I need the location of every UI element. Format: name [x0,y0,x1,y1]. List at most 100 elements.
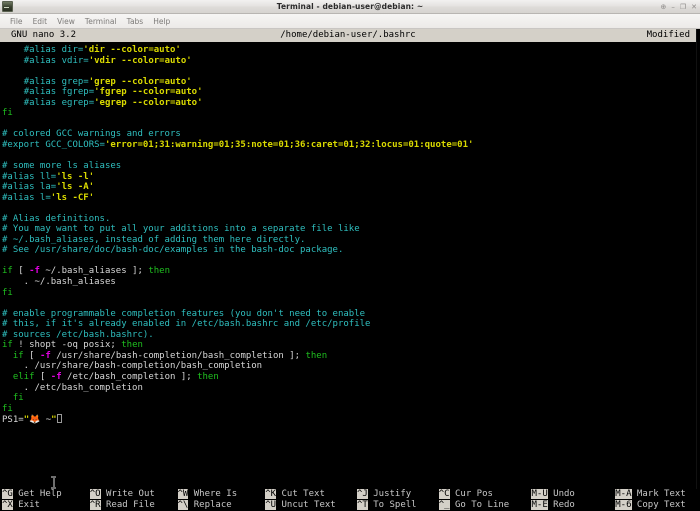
editor-line: fi [0,108,700,119]
code-token: [ [39,371,51,382]
shortcut-key: M-6 [615,499,632,510]
code-token: # sources /etc/bash.bashrc). [2,329,154,340]
shortcut-item[interactable]: M-U Undo [531,489,615,500]
shortcut-item[interactable]: ^J Justify [356,489,439,500]
editor-line: #export GCC_COLORS='error=01;31:warning=… [0,140,700,151]
shortcut-item[interactable]: ^_ Go To Line [438,499,532,511]
mouse-ibeam-cursor [51,476,56,489]
menubar: File Edit View Terminal Tabs Help [0,14,700,29]
shortcut-item[interactable]: ^T To Spell [356,499,439,511]
shortcut-label: Uncut Text [276,499,336,510]
code-token: #alias la= [2,182,57,193]
shortcut-column: ^C Cur Pos ^_ Go To Line [438,489,532,511]
terminal-screen[interactable]: GNU nano 3.2 /home/debian-user/.bashrc M… [0,29,700,489]
ps1-text: ~ [40,415,52,426]
text-cursor [56,414,62,424]
menu-view[interactable]: View [52,14,80,29]
shortcut-key: ^R [89,499,101,510]
code-token: [ [29,350,40,361]
shortcut-column: M-A Mark Text M-6 Copy Text [615,489,700,511]
shortcut-item[interactable]: ^X Exit [2,499,90,511]
shortcut-label: Write Out [100,489,155,499]
ps1-prefix: PS1= [2,415,24,426]
shortcut-label: Get Help [12,489,62,499]
shortcut-item[interactable]: ^O Write Out [89,489,178,500]
shortcut-label: Where Is [188,489,238,499]
nano-filename: /home/debian-user/.bashrc [280,30,416,40]
shade-button[interactable]: ⊕ [660,0,666,14]
menu-tabs[interactable]: Tabs [122,14,149,29]
editor-line: # Alias definitions. [0,214,700,225]
code-token: 'fgrep --color=auto' [94,87,203,98]
shortcut-item[interactable]: ^U Uncut Text [265,499,357,511]
shortcut-column: ^G Get Help ^X Exit [2,489,90,511]
editor-line: . /etc/bash_completion [0,383,700,394]
editor-line: elif [ -f /etc/bash_completion ]; then [0,372,700,383]
shortcut-key: ^_ [438,499,450,510]
close-button[interactable]: ✕ [691,0,697,14]
shortcut-item[interactable]: ^G Get Help [2,489,90,500]
editor-line: if [ -f /usr/share/bash-completion/bash_… [0,351,700,362]
shortcut-item[interactable]: ^\ Replace [177,499,266,511]
code-token: fi [2,287,13,298]
code-token: then [305,350,328,361]
window-titlebar[interactable]: Terminal - debian-user@debian: ~ ⊕ – ❐ ✕ [0,0,700,14]
shortcut-item[interactable]: ^W Where Is [177,489,266,500]
code-token: if [2,340,13,351]
editor-line: fi [0,288,700,299]
terminal-window: Terminal - debian-user@debian: ~ ⊕ – ❐ ✕… [0,0,700,511]
editor-line: #alias grep='grep --color=auto' [0,77,700,88]
menu-help[interactable]: Help [148,14,175,29]
menu-edit[interactable]: Edit [28,14,53,29]
code-token: -f [39,350,51,361]
editor-line: fi [0,393,700,404]
nano-editor-buffer[interactable]: #alias dir='dir --color=auto' #alias vdi… [0,42,700,425]
shortcut-key: ^G [2,489,13,499]
shortcut-label: Copy Text [631,499,686,510]
shortcut-item[interactable]: ^C Cur Pos [438,489,532,500]
code-token: 'ls -CF' [50,192,95,203]
maximize-button[interactable]: ❐ [680,0,686,14]
shortcut-item[interactable]: M-E Redo [531,499,615,511]
editor-line: #alias egrep='egrep --color=auto' [0,98,700,109]
code-token: ; [137,266,149,277]
code-token: # ~/.bash_aliases, instead of adding the… [2,234,306,245]
minimize-button[interactable]: – [671,0,675,14]
code-token: # You may want to put all your additions… [2,224,360,235]
shortcut-label: Go To Line [449,499,510,510]
editor-line: #alias ll='ls -l' [0,172,700,183]
editor-line: # this, if it's already enabled in /etc/… [0,319,700,330]
shortcut-label: Redo [547,499,575,510]
window-controls: ⊕ – ❐ ✕ [660,0,697,14]
editor-line: if [ -f ~/.bash_aliases ]; then [0,266,700,277]
shortcut-item[interactable]: ^R Read File [89,499,178,511]
menu-file[interactable]: File [5,14,28,29]
editor-line: #alias vdir='vdir --color=auto' [0,56,700,67]
shortcut-key: M-A [615,489,632,499]
code-token: 'grep --color=auto' [88,76,192,87]
shortcut-key: M-U [531,489,548,499]
code-token: fi [2,108,13,119]
shortcut-key: ^J [356,489,368,499]
shortcut-column: ^J Justify ^T To Spell [356,489,439,511]
shortcut-label: Cut Text [276,489,325,499]
shortcut-label: Undo [547,489,575,499]
shortcut-key: ^W [177,489,189,499]
terminal-scrollbar[interactable] [696,29,700,489]
editor-line: #alias fgrep='fgrep --color=auto' [0,87,700,98]
menu-terminal[interactable]: Terminal [80,14,122,29]
shortcut-item[interactable]: M-6 Copy Text [615,499,700,511]
shortcut-key: ^O [89,489,101,499]
shortcut-item[interactable]: ^K Cut Text [265,489,357,500]
shortcut-item[interactable]: M-A Mark Text [615,489,700,500]
shortcut-key: ^U [265,499,277,510]
code-token: [ [18,266,30,277]
